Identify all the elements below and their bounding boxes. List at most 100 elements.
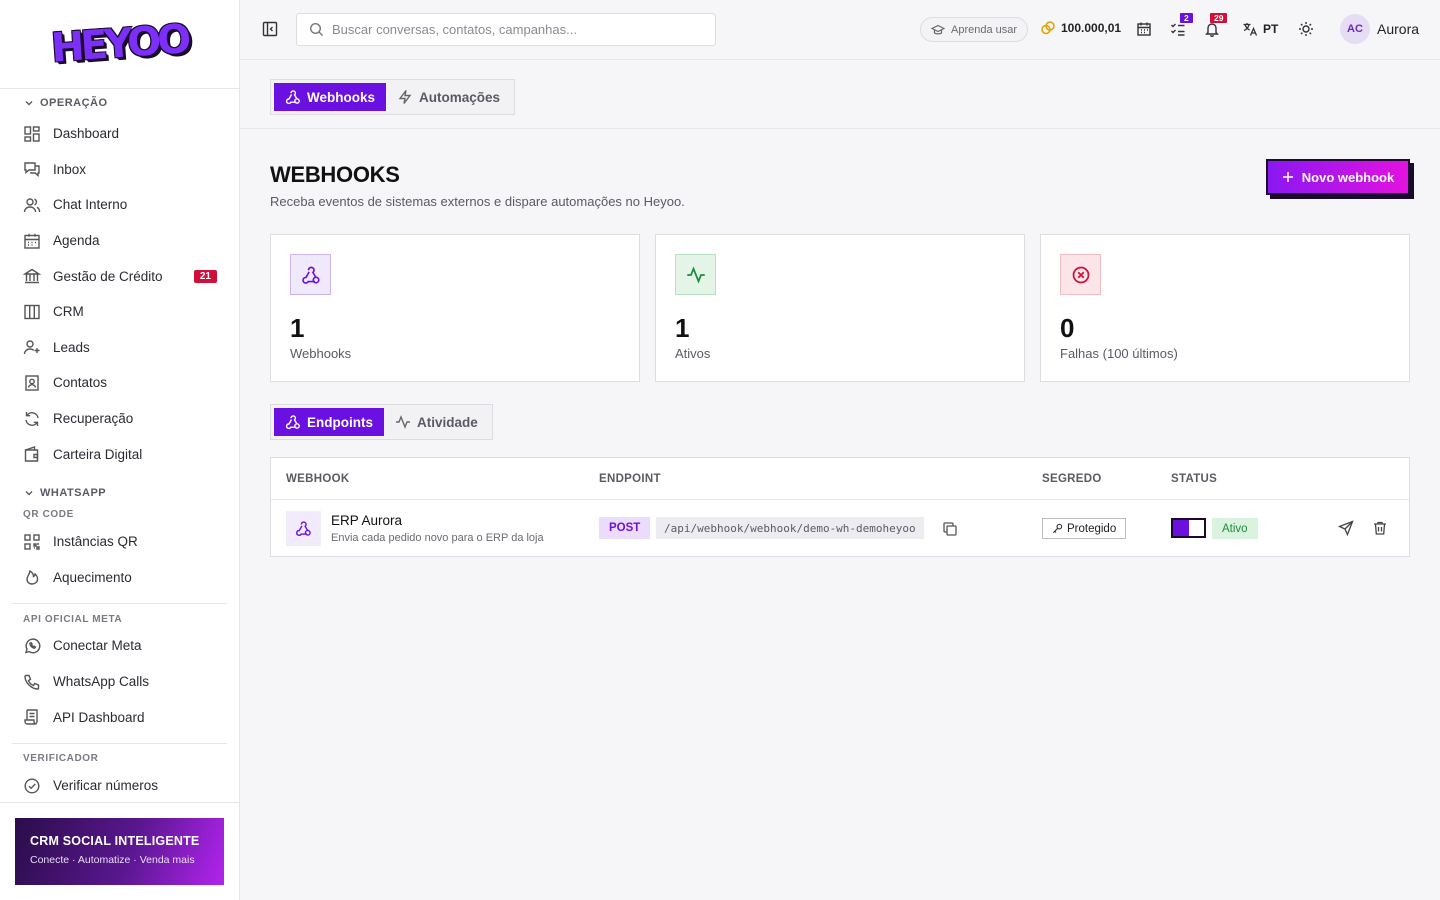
- tasks-badge: 2: [1180, 13, 1193, 23]
- tab-webhooks[interactable]: Webhooks: [274, 83, 387, 111]
- new-webhook-button[interactable]: Novo webhook: [1266, 159, 1410, 195]
- method-badge: POST: [599, 517, 651, 539]
- sidebar-item-conectar-meta[interactable]: Conectar Meta: [0, 628, 239, 664]
- sidebar-item-verificar-numeros[interactable]: Verificar números: [0, 768, 239, 802]
- active-toggle[interactable]: [1171, 518, 1206, 538]
- sun-icon[interactable]: [1298, 21, 1314, 37]
- sidebar-item-label: Dashboard: [53, 126, 120, 142]
- tab-automacoes[interactable]: Automações: [386, 83, 511, 111]
- activity-icon: [396, 415, 410, 429]
- avatar[interactable]: AC: [1340, 14, 1370, 44]
- sidebar-item-contatos[interactable]: Contatos: [0, 365, 239, 401]
- wallet-icon: [24, 446, 39, 462]
- search-bar[interactable]: [296, 13, 716, 46]
- sidebar-item-label: Chat Interno: [53, 197, 128, 213]
- learn-button[interactable]: Aprenda usar: [920, 17, 1029, 42]
- check-circle-icon: [24, 778, 40, 794]
- stat-value: 1: [675, 313, 690, 343]
- sidebar-item-label: Gestão de Crédito: [53, 268, 163, 284]
- divider: [12, 603, 227, 605]
- copy-icon[interactable]: [942, 521, 958, 537]
- page-title: WEBHOOKS: [270, 162, 400, 187]
- brand-logo[interactable]: HEYOO: [50, 16, 189, 71]
- chevron-down-icon: [25, 490, 33, 496]
- coins-balance[interactable]: 100.000,01: [1040, 20, 1121, 36]
- stat-card-falhas: 0 Falhas (100 últimos): [1040, 234, 1410, 382]
- table-row[interactable]: ERP Aurora Envia cada pedido novo para o…: [271, 500, 1409, 556]
- column-header-endpoint: ENDPOINT: [599, 473, 661, 485]
- coins-value: 100.000,01: [1061, 21, 1122, 35]
- stat-value: 0: [1060, 313, 1075, 343]
- calendar-icon[interactable]: [1136, 21, 1152, 37]
- sidebar-item-inbox[interactable]: Inbox: [0, 152, 239, 188]
- search-input[interactable]: [332, 22, 692, 37]
- tasks-icon[interactable]: [1170, 21, 1186, 37]
- sidebar-item-instancias-qr[interactable]: Instâncias QR: [0, 524, 239, 560]
- tab-label: Atividade: [417, 414, 478, 430]
- stat-label: Ativos: [675, 346, 711, 361]
- activity-icon: [675, 254, 716, 295]
- section-operacao[interactable]: OPERAÇÃO: [0, 90, 239, 116]
- phone-icon: [24, 674, 40, 690]
- sidebar-item-label: Agenda: [53, 233, 100, 249]
- language-selector[interactable]: PT: [1242, 21, 1278, 37]
- learn-label: Aprenda usar: [951, 23, 1018, 36]
- bank-icon: [23, 268, 41, 284]
- sidebar-item-aquecimento[interactable]: Aquecimento: [0, 560, 239, 596]
- users-icon: [23, 198, 41, 213]
- section-whatsapp[interactable]: WHATSAPP: [0, 480, 239, 506]
- contact-book-icon: [25, 375, 39, 391]
- translate-icon: [1243, 23, 1258, 36]
- sidebar-item-label: Inbox: [53, 161, 87, 177]
- sidebar-collapse-icon[interactable]: [262, 21, 278, 37]
- sidebar-nav[interactable]: OPERAÇÃO Dashboard Inbox Chat Interno Ag…: [0, 90, 239, 802]
- promo-title: CRM SOCIAL INTELIGENTE: [30, 834, 200, 848]
- chevron-down-icon: [25, 101, 33, 106]
- stat-label: Webhooks: [290, 346, 352, 361]
- sidebar-item-dashboard[interactable]: Dashboard: [0, 116, 239, 152]
- trash-icon[interactable]: [1372, 520, 1388, 536]
- logo-area: HEYOO: [0, 0, 239, 89]
- sidebar-item-label: Conectar Meta: [53, 638, 142, 654]
- column-header-segredo: SEGREDO: [1042, 473, 1102, 485]
- username[interactable]: Aurora: [1377, 21, 1419, 37]
- sidebar-item-label: CRM: [53, 304, 84, 320]
- sidebar-item-chat-interno[interactable]: Chat Interno: [0, 187, 239, 223]
- status-badge: Ativo: [1212, 518, 1258, 539]
- divider: [0, 802, 239, 803]
- sidebar-item-label: Carteira Digital: [53, 446, 143, 462]
- sidebar-item-crm[interactable]: CRM: [0, 294, 239, 330]
- sidebar-item-api-dashboard[interactable]: API Dashboard: [0, 699, 239, 735]
- sidebar-item-whatsapp-calls[interactable]: WhatsApp Calls: [0, 664, 239, 700]
- sidebar-item-agenda[interactable]: Agenda: [0, 223, 239, 259]
- send-icon[interactable]: [1338, 520, 1354, 536]
- tab-atividade[interactable]: Atividade: [384, 408, 489, 436]
- sidebar-item-label: API Dashboard: [53, 709, 145, 725]
- promo-banner[interactable]: CRM SOCIAL INTELIGENTE Conecte · Automat…: [15, 818, 224, 885]
- flame-icon: [26, 570, 39, 586]
- language-label: PT: [1263, 22, 1279, 36]
- notifications-badge: 29: [1210, 13, 1228, 23]
- chat-icon: [24, 162, 40, 178]
- sidebar-item-label: Instâncias QR: [53, 534, 138, 550]
- new-webhook-label: Novo webhook: [1301, 169, 1395, 185]
- sidebar-item-leads[interactable]: Leads: [0, 330, 239, 366]
- subtab-group: Endpoints Atividade: [270, 404, 493, 440]
- endpoint-url: /api/webhook/webhook/demo-wh-demoheyoo: [656, 517, 924, 539]
- webhook-icon: [285, 415, 300, 430]
- sidebar-item-label: Recuperação: [53, 411, 134, 427]
- sidebar-item-gestao-credito[interactable]: Gestão de Crédito 21: [0, 258, 239, 294]
- section-label: WHATSAPP: [40, 486, 107, 499]
- sidebar-item-carteira[interactable]: Carteira Digital: [0, 436, 239, 472]
- sidebar-item-label: Leads: [53, 339, 90, 355]
- divider: [12, 742, 227, 744]
- tab-endpoints[interactable]: Endpoints: [274, 408, 384, 436]
- x-circle-icon: [1060, 254, 1101, 295]
- bell-icon[interactable]: [1204, 21, 1220, 37]
- dashboard-icon: [24, 126, 40, 142]
- sidebar: HEYOO OPERAÇÃO Dashboard Inbox Chat Inte…: [0, 0, 240, 900]
- page-subtitle: Receba eventos de sistemas externos e di…: [270, 194, 685, 209]
- sidebar-item-recuperacao[interactable]: Recuperação: [0, 401, 239, 437]
- calendar-icon: [24, 233, 40, 249]
- avatar-initials: AC: [1347, 23, 1363, 35]
